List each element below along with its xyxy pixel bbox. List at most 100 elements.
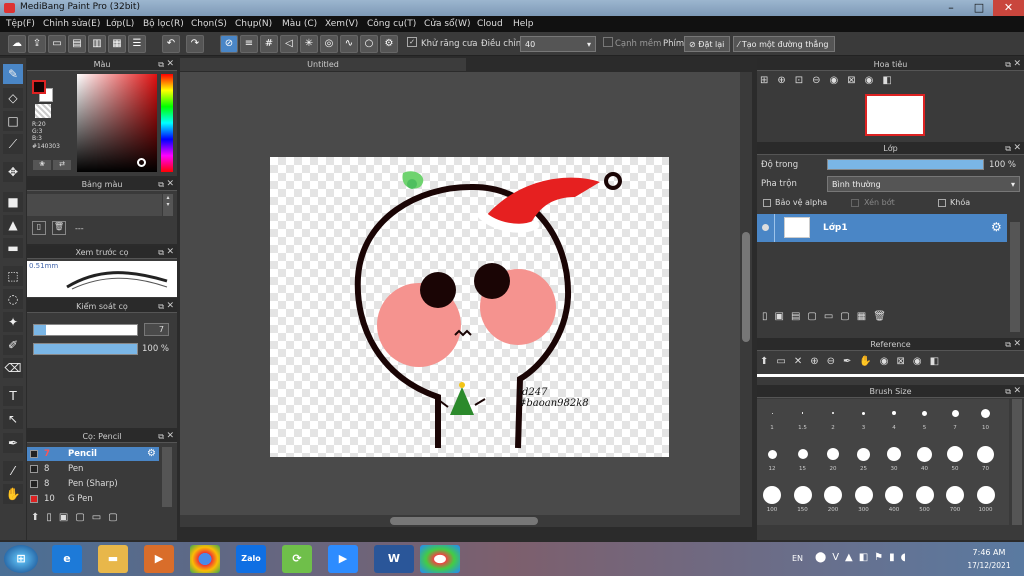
brush-size-dot[interactable]	[981, 408, 990, 418]
brush-size-dot[interactable]	[892, 411, 896, 415]
vertical-scroll-thumb[interactable]	[742, 232, 750, 342]
brush-tool-icon[interactable]: ✎	[3, 64, 23, 84]
close-icon[interactable]: ✕	[1013, 142, 1021, 155]
brush-size-dot[interactable]	[862, 411, 865, 415]
brush-size-dot[interactable]	[832, 412, 834, 414]
brush-item-pencil[interactable]: 7 Pencil ⚙	[27, 447, 159, 461]
pin-icon[interactable]: ⧉	[158, 58, 164, 71]
navigator-thumbnail[interactable]	[865, 94, 925, 136]
brush-size-dot[interactable]	[951, 409, 959, 417]
menu-color[interactable]: Màu (C)	[282, 19, 317, 29]
close-icon[interactable]: ✕	[1013, 58, 1021, 71]
palette-scrollbar[interactable]: ▴ ▾	[163, 194, 173, 216]
brush-size-dot[interactable]	[854, 486, 873, 504]
pin-icon[interactable]: ⧉	[1005, 385, 1011, 398]
horizontal-scrollbar[interactable]	[180, 515, 752, 527]
brush-size-dot[interactable]	[915, 486, 934, 504]
file-explorer-icon[interactable]: ▬	[98, 545, 128, 573]
adjust-select[interactable]: 40 ▾	[520, 36, 596, 52]
brush-list-scrollbar[interactable]	[162, 447, 172, 507]
layer-scrollbar[interactable]	[1010, 222, 1020, 332]
vertical-scrollbar[interactable]	[740, 72, 752, 515]
start-button[interactable]: ⊞	[4, 545, 38, 573]
pin-icon[interactable]: ⧉	[158, 246, 164, 259]
zoom-icon[interactable]: ▶	[328, 545, 358, 573]
cloud-icon[interactable]: ☁	[8, 35, 26, 53]
horizontal-scroll-thumb[interactable]	[390, 517, 538, 525]
menu-filter[interactable]: Bộ lọc(R)	[143, 19, 184, 29]
brush-list-actions[interactable]: ⬆▯▣▢▭▢	[31, 512, 125, 523]
color-option-icon[interactable]: ❀	[33, 160, 51, 170]
brush-size-grid[interactable]: 1 1.5 2 3 4 5 7 10 12 15 20 25 30 40 50 70 100 150 200 300 4…	[757, 399, 1009, 525]
text-tool-icon[interactable]: T	[3, 386, 23, 406]
pin-icon[interactable]: ⧉	[1005, 58, 1011, 71]
gear-icon[interactable]: ⚙	[991, 220, 1002, 234]
brush-size-slider[interactable]	[33, 324, 138, 336]
pin-icon[interactable]: ⧉	[158, 178, 164, 191]
color-picker-cursor[interactable]	[137, 158, 146, 167]
brush-size-dot[interactable]	[797, 449, 808, 459]
straight-line-button[interactable]: ⁄ Tạo một đường thẳng	[733, 36, 835, 52]
brush-size-dot[interactable]	[977, 445, 994, 463]
bucket-tool-icon[interactable]: ▲	[3, 215, 23, 235]
circle-snap-icon[interactable]: ○	[360, 35, 378, 53]
brush-size-dot[interactable]	[885, 486, 903, 504]
select-eraser-icon[interactable]: ⌫	[3, 358, 23, 378]
close-button[interactable]: ✕	[993, 0, 1024, 16]
gradient-tool-icon[interactable]: ▬	[3, 238, 23, 258]
green-app-icon[interactable]: ⟳	[282, 545, 312, 573]
concentric-snap-icon[interactable]: ◎	[320, 35, 338, 53]
gear-icon[interactable]: ⚙	[147, 448, 156, 459]
chrome-icon[interactable]	[190, 545, 220, 573]
eyedropper-icon[interactable]: ✒	[3, 433, 23, 453]
tray-icons[interactable]: ⬤V▲◧⚑▮◖	[815, 552, 912, 563]
select-rect-tool-icon[interactable]: ⬚	[3, 266, 23, 286]
curve-snap-icon[interactable]: ∿	[340, 35, 358, 53]
doc-icon[interactable]: ▥	[88, 35, 106, 53]
hand-tool-icon[interactable]: ✋	[3, 484, 23, 504]
transparent-swatch[interactable]	[35, 104, 51, 118]
menu-file[interactable]: Tệp(F)	[6, 19, 35, 29]
blend-mode-select[interactable]: Bình thường ▾	[827, 176, 1020, 192]
new-palette-icon[interactable]: ▯	[32, 221, 46, 235]
fill-rect-tool-icon[interactable]: ■	[3, 192, 23, 212]
close-icon[interactable]: ✕	[166, 178, 174, 191]
menu-select[interactable]: Chọn(S)	[191, 19, 227, 29]
close-icon[interactable]: ✕	[166, 246, 174, 259]
delete-palette-icon[interactable]: 🗑	[52, 221, 66, 235]
grid-snap-icon[interactable]: #	[260, 35, 278, 53]
share-icon[interactable]: ⇪	[28, 35, 46, 53]
palette-swatch-area[interactable]	[27, 194, 162, 216]
line-tool-icon[interactable]: ⟋	[3, 134, 23, 154]
brush-size-dot[interactable]	[767, 449, 777, 459]
menu-tools[interactable]: Công cụ(T)	[367, 19, 416, 29]
foreground-color-swatch[interactable]	[32, 80, 46, 94]
redo-icon[interactable]: ↷	[186, 35, 204, 53]
saturation-value-picker[interactable]	[77, 74, 157, 172]
move-tool-icon[interactable]: ✥	[3, 162, 23, 182]
brush-item-pen-sharp[interactable]: 8 Pen (Sharp)	[27, 477, 159, 491]
brush-item-pen[interactable]: 8 Pen	[27, 462, 159, 476]
lasso-tool-icon[interactable]: ◌	[3, 289, 23, 309]
menu-capture[interactable]: Chụp(N)	[235, 19, 272, 29]
magic-wand-icon[interactable]: ✦	[3, 312, 23, 332]
zalo-icon[interactable]: Zalo	[236, 545, 266, 573]
select-pen-icon[interactable]: ✐	[3, 335, 23, 355]
reference-toolbar[interactable]: ⬆▭✕⊕⊖✒✋◉⊠◉◧	[760, 356, 947, 367]
pin-icon[interactable]: ⧉	[1005, 142, 1011, 155]
ie-icon[interactable]: e	[52, 545, 82, 573]
brush-size-dot[interactable]	[887, 447, 901, 461]
close-icon[interactable]: ✕	[166, 58, 174, 71]
clock-time[interactable]: 7:46 AM	[964, 548, 1014, 557]
color-swap-icon[interactable]: ⇄	[53, 160, 71, 170]
undo-icon[interactable]: ↶	[162, 35, 180, 53]
close-icon[interactable]: ✕	[1013, 338, 1021, 351]
edge-checkbox[interactable]	[603, 37, 613, 47]
clock-date[interactable]: 17/12/2021	[962, 561, 1016, 570]
close-icon[interactable]: ✕	[166, 300, 174, 313]
close-icon[interactable]: ✕	[166, 430, 174, 443]
clipping-checkbox[interactable]	[851, 199, 859, 207]
pin-icon[interactable]: ⧉	[158, 300, 164, 313]
antialias-checkbox[interactable]: ✓	[407, 37, 417, 47]
menu-edit[interactable]: Chỉnh sửa(E)	[43, 19, 100, 29]
